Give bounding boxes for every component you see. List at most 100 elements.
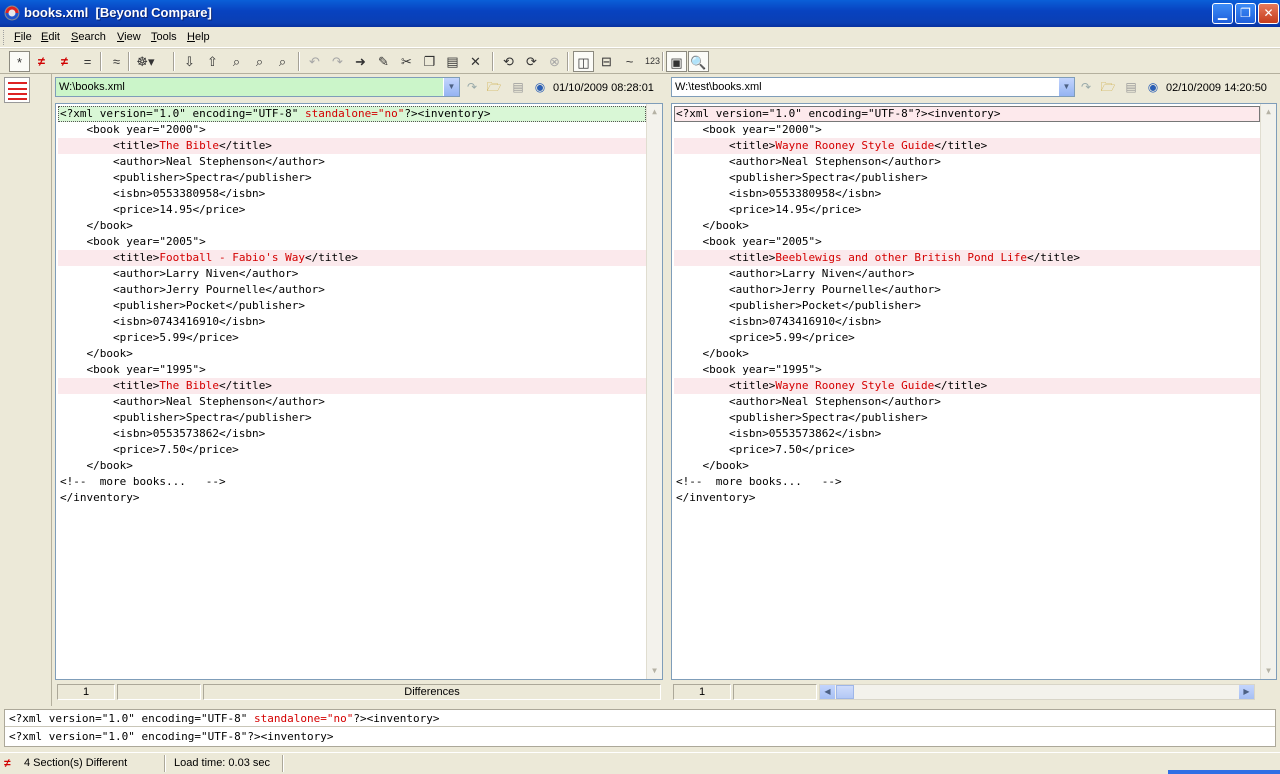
text-line[interactable]: <publisher>Spectra</publisher> xyxy=(674,410,1260,426)
text-line[interactable]: <title>The Bible</title> xyxy=(58,138,646,154)
text-line[interactable]: </book> xyxy=(58,218,646,234)
text-line[interactable]: <title>Wayne Rooney Style Guide</title> xyxy=(674,378,1260,394)
show-same-button[interactable]: = xyxy=(77,51,98,72)
text-line[interactable]: <publisher>Spectra</publisher> xyxy=(58,170,646,186)
scroll-left-icon[interactable]: ◀ xyxy=(820,685,835,699)
text-line[interactable]: <publisher>Spectra</publisher> xyxy=(674,170,1260,186)
scroll-thumb[interactable] xyxy=(836,685,854,699)
difference-thumbnail[interactable] xyxy=(4,77,30,103)
right-path-field[interactable]: W:\test\books.xml ▼ xyxy=(671,77,1075,97)
copy-button[interactable]: ❐ xyxy=(419,51,440,72)
scroll-up-icon[interactable]: ▲ xyxy=(1262,105,1275,119)
paste-button[interactable]: ▤ xyxy=(442,51,463,72)
delete-button[interactable]: ✕ xyxy=(465,51,486,72)
text-line[interactable]: <author>Jerry Pournelle</author> xyxy=(674,282,1260,298)
go-icon[interactable]: ↷ xyxy=(463,78,481,96)
text-line[interactable]: </inventory> xyxy=(58,490,646,506)
scroll-down-icon[interactable]: ▼ xyxy=(648,664,661,678)
text-line[interactable]: </book> xyxy=(58,346,646,362)
next-difference-button[interactable]: ⇩ xyxy=(179,51,200,72)
show-diffs-context-button[interactable]: ≠ xyxy=(54,51,75,72)
text-line[interactable]: <title>Beeblewigs and other British Pond… xyxy=(674,250,1260,266)
text-line[interactable]: <publisher>Pocket</publisher> xyxy=(674,298,1260,314)
text-line[interactable]: <book year="1995"> xyxy=(674,362,1260,378)
chevron-down-icon[interactable]: ▼ xyxy=(1058,78,1074,96)
text-line[interactable]: <title>Football - Fabio's Way</title> xyxy=(58,250,646,266)
right-text-pane[interactable]: <?xml version="1.0" encoding="UTF-8"?><i… xyxy=(671,103,1277,680)
thumbnail-button[interactable]: ▣ xyxy=(666,51,687,72)
find-prev-button[interactable]: ⌕ xyxy=(272,51,293,72)
save-icon[interactable]: ▤ xyxy=(509,78,527,96)
find-next-button[interactable]: ⌕ xyxy=(249,51,270,72)
zoom-button[interactable]: 🔍 xyxy=(688,51,709,72)
menu-help[interactable]: Help xyxy=(187,31,210,43)
text-line[interactable]: <publisher>Spectra</publisher> xyxy=(58,410,646,426)
text-line[interactable]: <author>Neal Stephenson</author> xyxy=(58,394,646,410)
over-under-button[interactable]: ⊟ xyxy=(596,51,617,72)
find-button[interactable]: ⌕ xyxy=(226,51,247,72)
stop-button[interactable]: ⊗ xyxy=(544,51,565,72)
right-vertical-scrollbar[interactable]: ▲ ▼ xyxy=(1260,104,1276,679)
redo-button[interactable]: ↷ xyxy=(327,51,348,72)
scroll-up-icon[interactable]: ▲ xyxy=(648,105,661,119)
refresh-button[interactable]: ⟳ xyxy=(521,51,542,72)
text-line[interactable]: <author>Neal Stephenson</author> xyxy=(674,394,1260,410)
file-info-icon[interactable]: ◉ xyxy=(531,78,549,96)
scroll-right-icon[interactable]: ▶ xyxy=(1239,685,1254,699)
text-line[interactable]: <book year="2000"> xyxy=(58,122,646,138)
text-line[interactable]: <title>The Bible</title> xyxy=(58,378,646,394)
menu-search[interactable]: Search xyxy=(71,31,106,43)
text-line[interactable]: <!-- more books... --> xyxy=(674,474,1260,490)
text-line[interactable]: <isbn>0553380958</isbn> xyxy=(674,186,1260,202)
chevron-down-icon[interactable]: ▼ xyxy=(443,78,459,96)
text-line[interactable]: <price>14.95</price> xyxy=(58,202,646,218)
text-line[interactable]: <isbn>0743416910</isbn> xyxy=(674,314,1260,330)
text-line[interactable]: </book> xyxy=(674,218,1260,234)
text-line[interactable]: <book year="2005"> xyxy=(674,234,1260,250)
swap-sides-button[interactable]: ⟲ xyxy=(498,51,519,72)
go-icon[interactable]: ↷ xyxy=(1077,78,1095,96)
text-line[interactable]: </book> xyxy=(674,458,1260,474)
text-line[interactable]: <?xml version="1.0" encoding="UTF-8"?><i… xyxy=(674,106,1260,122)
text-line[interactable]: </book> xyxy=(674,346,1260,362)
text-line[interactable]: <isbn>0553380958</isbn> xyxy=(58,186,646,202)
text-line[interactable]: <price>7.50</price> xyxy=(674,442,1260,458)
text-line[interactable]: <book year="1995"> xyxy=(58,362,646,378)
minimize-button[interactable]: ▁ xyxy=(1212,3,1233,24)
text-line[interactable]: <price>14.95</price> xyxy=(674,202,1260,218)
text-line[interactable]: <author>Larry Niven</author> xyxy=(58,266,646,282)
ignore-unimportant-button[interactable]: ≈ xyxy=(106,51,127,72)
text-line[interactable]: <?xml version="1.0" encoding="UTF-8" sta… xyxy=(58,106,646,122)
open-folder-icon[interactable]: 🗁 xyxy=(1099,78,1117,96)
edit-button[interactable]: ✎ xyxy=(373,51,394,72)
copy-to-other-side-button[interactable]: ➜ xyxy=(350,51,371,72)
file-info-icon[interactable]: ◉ xyxy=(1144,78,1162,96)
open-folder-icon[interactable]: 🗁 xyxy=(485,78,503,96)
show-differences-button[interactable]: ≠ xyxy=(31,51,52,72)
rules-button[interactable]: ☸▾ xyxy=(135,51,156,72)
text-line[interactable]: <title>Wayne Rooney Style Guide</title> xyxy=(674,138,1260,154)
left-vertical-scrollbar[interactable]: ▲ ▼ xyxy=(646,104,662,679)
text-line[interactable]: <book year="2000"> xyxy=(674,122,1260,138)
text-line[interactable]: <author>Neal Stephenson</author> xyxy=(58,154,646,170)
save-icon[interactable]: ▤ xyxy=(1122,78,1140,96)
close-button[interactable]: ✕ xyxy=(1258,3,1279,24)
line-numbers-button[interactable]: 123 xyxy=(642,51,663,72)
menu-tools[interactable]: Tools xyxy=(151,31,177,43)
menu-view[interactable]: View xyxy=(117,31,141,43)
text-line[interactable]: <author>Larry Niven</author> xyxy=(674,266,1260,282)
whitespace-button[interactable]: ~ xyxy=(619,51,640,72)
show-all-button[interactable]: * xyxy=(9,51,30,72)
left-text-pane[interactable]: <?xml version="1.0" encoding="UTF-8" sta… xyxy=(55,103,663,680)
text-line[interactable]: <price>7.50</price> xyxy=(58,442,646,458)
undo-button[interactable]: ↶ xyxy=(304,51,325,72)
text-line[interactable]: <author>Neal Stephenson</author> xyxy=(674,154,1260,170)
text-line[interactable]: <publisher>Pocket</publisher> xyxy=(58,298,646,314)
right-horizontal-scrollbar[interactable]: ◀ ▶ xyxy=(819,684,1255,700)
text-line[interactable]: </book> xyxy=(58,458,646,474)
menu-file[interactable]: File xyxy=(14,31,32,43)
cut-button[interactable]: ✂ xyxy=(396,51,417,72)
menu-edit[interactable]: Edit xyxy=(41,31,60,43)
text-line[interactable]: <author>Jerry Pournelle</author> xyxy=(58,282,646,298)
pane-splitter[interactable] xyxy=(665,74,669,706)
